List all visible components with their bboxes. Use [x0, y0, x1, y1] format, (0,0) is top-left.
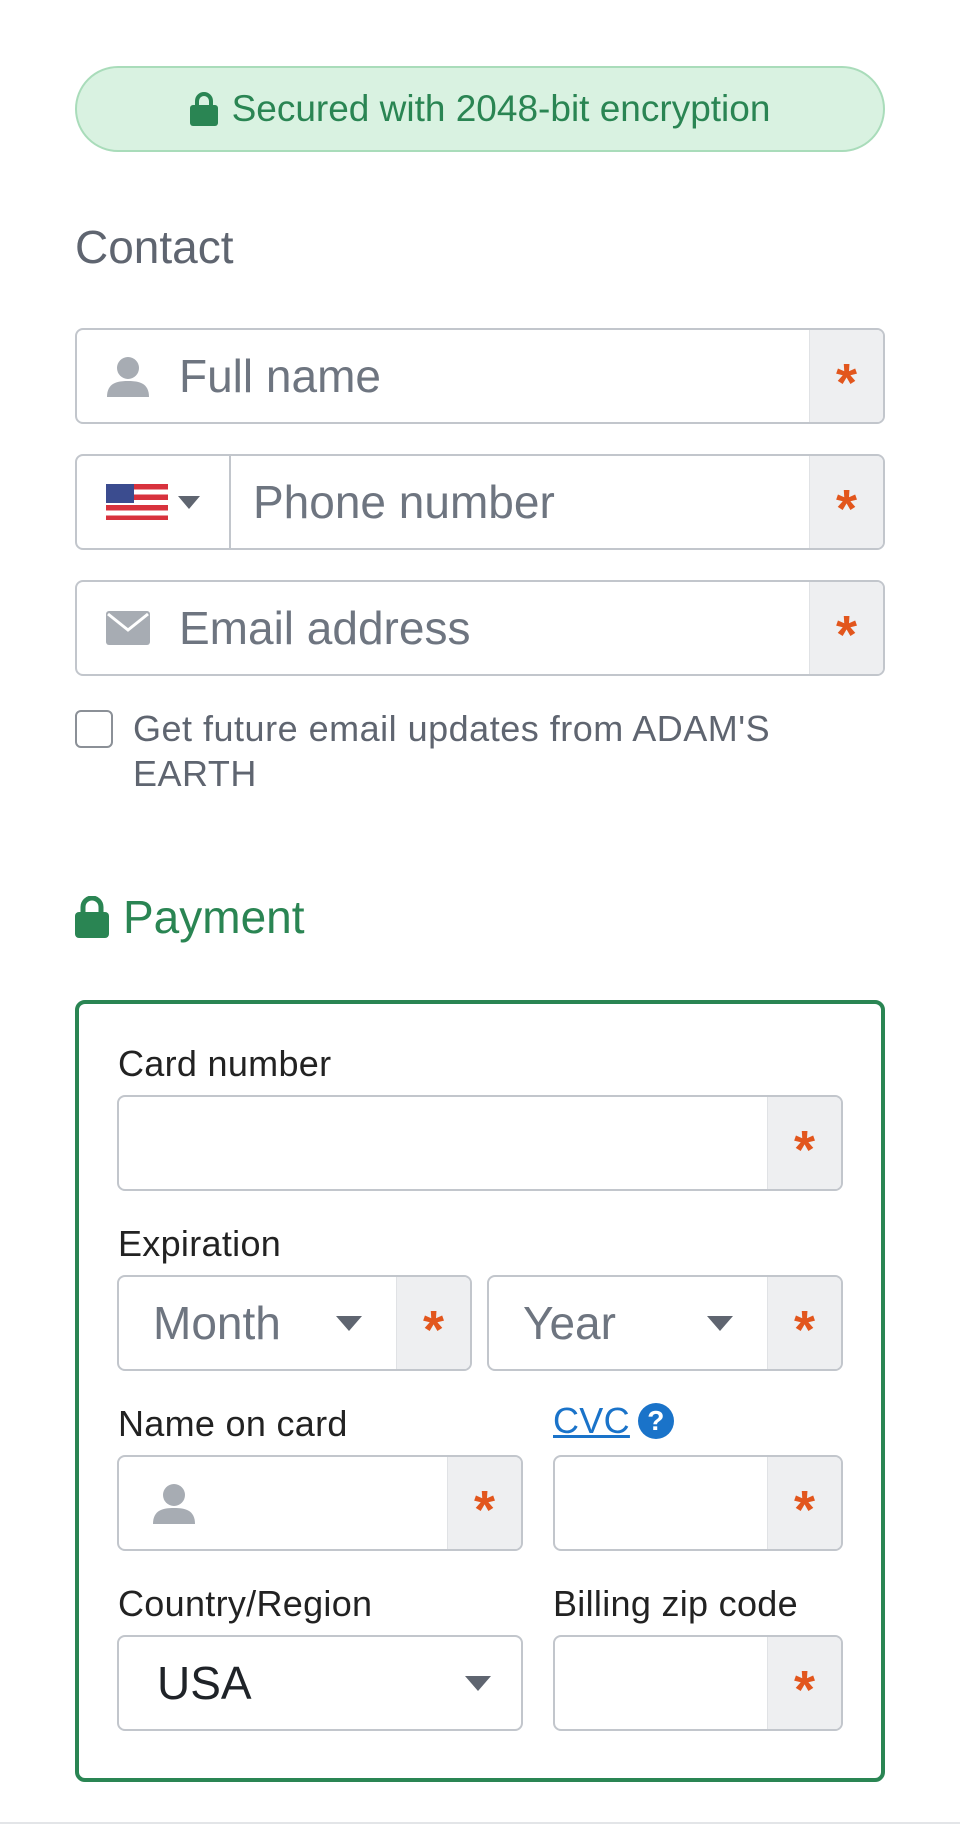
required-indicator: * [767, 1277, 841, 1369]
year-value: Year [523, 1297, 616, 1349]
payment-heading: Payment [75, 890, 305, 944]
name-on-card-field[interactable]: * [117, 1455, 523, 1551]
email-field[interactable]: Email address * [75, 580, 885, 676]
billing-zip-field[interactable]: * [553, 1635, 843, 1731]
email-updates-checkbox[interactable] [75, 710, 113, 748]
chevron-down-icon [178, 495, 200, 509]
billing-zip-label: Billing zip code [553, 1583, 798, 1624]
us-flag-icon [106, 484, 168, 520]
chevron-down-icon [336, 1315, 362, 1331]
card-number-field[interactable]: * [117, 1095, 843, 1191]
email-updates-row[interactable]: Get future email updates from ADAM'S EAR… [75, 706, 885, 796]
chevron-down-icon [707, 1315, 733, 1331]
country-code-selector[interactable] [77, 456, 231, 548]
required-indicator: * [447, 1457, 521, 1549]
required-indicator: * [809, 456, 883, 548]
required-indicator: * [767, 1097, 841, 1189]
cvc-link[interactable]: CVC [553, 1400, 630, 1442]
cvc-field[interactable]: * [553, 1455, 843, 1551]
expiration-month-select[interactable]: Month * [117, 1275, 472, 1371]
phone-input[interactable]: Phone number [231, 456, 809, 548]
email-input[interactable]: Email address [179, 582, 809, 674]
cvc-label-row: CVC ? [553, 1400, 674, 1442]
divider [0, 1822, 960, 1824]
cvc-input[interactable] [555, 1457, 767, 1549]
card-number-input[interactable] [119, 1097, 767, 1189]
chevron-down-icon [465, 1675, 491, 1691]
required-indicator: * [767, 1457, 841, 1549]
country-label: Country/Region [118, 1583, 373, 1624]
billing-zip-input[interactable] [555, 1637, 767, 1729]
required-indicator: * [809, 330, 883, 422]
person-icon [77, 330, 179, 422]
phone-field[interactable]: Phone number * [75, 454, 885, 550]
country-value: USA [157, 1657, 252, 1709]
required-indicator: * [396, 1277, 470, 1369]
expiration-year-select[interactable]: Year * [487, 1275, 843, 1371]
payment-title-text: Payment [123, 891, 305, 943]
card-number-label: Card number [118, 1043, 332, 1084]
name-on-card-label: Name on card [118, 1403, 348, 1444]
expiration-label: Expiration [118, 1223, 282, 1264]
required-indicator: * [767, 1637, 841, 1729]
banner-text: Secured with 2048-bit encryption [231, 88, 771, 129]
month-value: Month [153, 1297, 281, 1349]
lock-icon [75, 896, 109, 938]
full-name-field[interactable]: Full name * [75, 328, 885, 424]
country-select[interactable]: USA [117, 1635, 523, 1731]
name-on-card-input[interactable] [229, 1457, 447, 1549]
envelope-icon [77, 582, 179, 674]
person-icon [119, 1457, 229, 1549]
security-banner: Secured with 2048-bit encryption [75, 66, 885, 152]
help-icon[interactable]: ? [637, 1403, 674, 1439]
email-updates-label[interactable]: Get future email updates from ADAM'S EAR… [133, 706, 885, 796]
full-name-input[interactable]: Full name [179, 330, 809, 422]
contact-heading: Contact [75, 221, 234, 273]
required-indicator: * [809, 582, 883, 674]
lock-icon [189, 92, 218, 126]
